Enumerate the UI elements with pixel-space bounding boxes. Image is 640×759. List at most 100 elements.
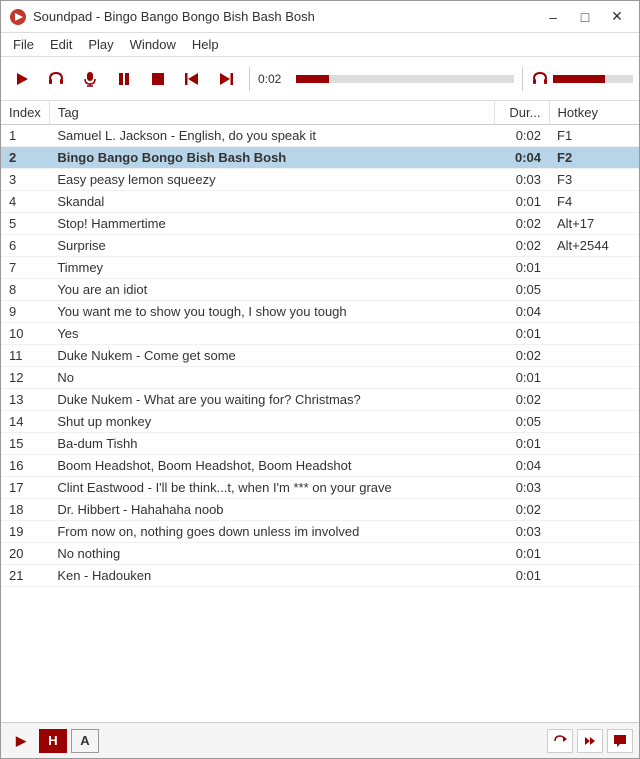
close-button[interactable]: ✕ — [603, 6, 631, 28]
cell-hotkey — [549, 301, 639, 323]
cell-hotkey: Alt+2544 — [549, 235, 639, 257]
next-button[interactable] — [211, 64, 241, 94]
cell-hotkey — [549, 345, 639, 367]
volume-bar[interactable] — [553, 75, 633, 83]
cell-tag: Shut up monkey — [49, 411, 494, 433]
toolbar-separator — [249, 67, 250, 91]
cell-tag: Samuel L. Jackson - English, do you spea… — [49, 125, 494, 147]
header-index: Index — [1, 101, 49, 125]
table-row[interactable]: 17Clint Eastwood - I'll be think...t, wh… — [1, 477, 639, 499]
status-forward-button[interactable] — [577, 729, 603, 753]
table-row[interactable]: 11Duke Nukem - Come get some0:02 — [1, 345, 639, 367]
table-row[interactable]: 3Easy peasy lemon squeezy0:03F3 — [1, 169, 639, 191]
cell-dur: 0:01 — [494, 433, 549, 455]
cell-tag: Easy peasy lemon squeezy — [49, 169, 494, 191]
table-row[interactable]: 1Samuel L. Jackson - English, do you spe… — [1, 125, 639, 147]
table-row[interactable]: 16Boom Headshot, Boom Headshot, Boom Hea… — [1, 455, 639, 477]
next-icon — [218, 71, 234, 87]
cell-tag: Clint Eastwood - I'll be think...t, when… — [49, 477, 494, 499]
cell-hotkey: F4 — [549, 191, 639, 213]
forward-icon — [583, 734, 597, 748]
sound-list-container[interactable]: Index Tag Dur... Hotkey 1Samuel L. Jacks… — [1, 101, 639, 722]
cell-index: 6 — [1, 235, 49, 257]
cell-tag: Ken - Hadouken — [49, 565, 494, 587]
stop-icon — [151, 72, 165, 86]
status-bar-left: ▶ H A — [7, 729, 99, 753]
cell-hotkey: F2 — [549, 147, 639, 169]
title-bar: Soundpad - Bingo Bango Bongo Bish Bash B… — [1, 1, 639, 33]
play-icon — [14, 71, 30, 87]
prev-button[interactable] — [177, 64, 207, 94]
cell-dur: 0:01 — [494, 565, 549, 587]
cell-index: 21 — [1, 565, 49, 587]
cell-hotkey — [549, 389, 639, 411]
cell-tag: Duke Nukem - What are you waiting for? C… — [49, 389, 494, 411]
menu-file[interactable]: File — [5, 35, 42, 54]
progress-bar[interactable] — [296, 75, 514, 83]
cell-index: 1 — [1, 125, 49, 147]
pause-button[interactable] — [109, 64, 139, 94]
cell-dur: 0:04 — [494, 455, 549, 477]
cell-dur: 0:05 — [494, 411, 549, 433]
table-row[interactable]: 14Shut up monkey0:05 — [1, 411, 639, 433]
stop-button[interactable] — [143, 64, 173, 94]
cell-dur: 0:02 — [494, 389, 549, 411]
cell-index: 5 — [1, 213, 49, 235]
cell-index: 11 — [1, 345, 49, 367]
title-bar-controls: – □ ✕ — [539, 6, 631, 28]
cell-dur: 0:03 — [494, 477, 549, 499]
table-row[interactable]: 8You are an idiot0:05 — [1, 279, 639, 301]
status-replay-button[interactable] — [547, 729, 573, 753]
table-row[interactable]: 10Yes0:01 — [1, 323, 639, 345]
cell-dur: 0:01 — [494, 543, 549, 565]
table-row[interactable]: 21Ken - Hadouken0:01 — [1, 565, 639, 587]
volume-bar-fill — [553, 75, 605, 83]
table-header-row: Index Tag Dur... Hotkey — [1, 101, 639, 125]
cell-index: 8 — [1, 279, 49, 301]
status-h-button[interactable]: H — [39, 729, 67, 753]
headphones-button[interactable] — [41, 64, 71, 94]
window-title: Soundpad - Bingo Bango Bongo Bish Bash B… — [33, 9, 315, 24]
cell-index: 20 — [1, 543, 49, 565]
table-row[interactable]: 9You want me to show you tough, I show y… — [1, 301, 639, 323]
table-row[interactable]: 5Stop! Hammertime0:02Alt+17 — [1, 213, 639, 235]
table-row[interactable]: 20No nothing0:01 — [1, 543, 639, 565]
cell-tag: Boom Headshot, Boom Headshot, Boom Heads… — [49, 455, 494, 477]
status-play-button[interactable]: ▶ — [7, 729, 35, 753]
title-bar-left: Soundpad - Bingo Bango Bongo Bish Bash B… — [9, 8, 315, 26]
table-row[interactable]: 2Bingo Bango Bongo Bish Bash Bosh0:04F2 — [1, 147, 639, 169]
cell-tag: No — [49, 367, 494, 389]
cell-tag: From now on, nothing goes down unless im… — [49, 521, 494, 543]
cell-dur: 0:03 — [494, 169, 549, 191]
cell-tag: Surprise — [49, 235, 494, 257]
menu-edit[interactable]: Edit — [42, 35, 80, 54]
table-row[interactable]: 15Ba-dum Tishh0:01 — [1, 433, 639, 455]
menu-help[interactable]: Help — [184, 35, 227, 54]
cell-tag: No nothing — [49, 543, 494, 565]
menu-window[interactable]: Window — [122, 35, 184, 54]
mic-button[interactable] — [75, 64, 105, 94]
table-row[interactable]: 6Surprise0:02Alt+2544 — [1, 235, 639, 257]
main-window: Soundpad - Bingo Bango Bongo Bish Bash B… — [0, 0, 640, 759]
cell-dur: 0:04 — [494, 301, 549, 323]
cell-dur: 0:01 — [494, 323, 549, 345]
play-button[interactable] — [7, 64, 37, 94]
status-chat-button[interactable] — [607, 729, 633, 753]
maximize-button[interactable]: □ — [571, 6, 599, 28]
table-row[interactable]: 13Duke Nukem - What are you waiting for?… — [1, 389, 639, 411]
cell-hotkey: F1 — [549, 125, 639, 147]
table-row[interactable]: 18Dr. Hibbert - Hahahaha noob0:02 — [1, 499, 639, 521]
table-row[interactable]: 7Timmey0:01 — [1, 257, 639, 279]
status-bar: ▶ H A — [1, 722, 639, 758]
cell-tag: Stop! Hammertime — [49, 213, 494, 235]
cell-tag: Ba-dum Tishh — [49, 433, 494, 455]
table-row[interactable]: 19From now on, nothing goes down unless … — [1, 521, 639, 543]
cell-tag: Bingo Bango Bongo Bish Bash Bosh — [49, 147, 494, 169]
menu-play[interactable]: Play — [80, 35, 121, 54]
cell-dur: 0:04 — [494, 147, 549, 169]
minimize-button[interactable]: – — [539, 6, 567, 28]
status-a-button[interactable]: A — [71, 729, 99, 753]
table-row[interactable]: 4Skandal0:01F4 — [1, 191, 639, 213]
cell-tag: You want me to show you tough, I show yo… — [49, 301, 494, 323]
table-row[interactable]: 12No0:01 — [1, 367, 639, 389]
